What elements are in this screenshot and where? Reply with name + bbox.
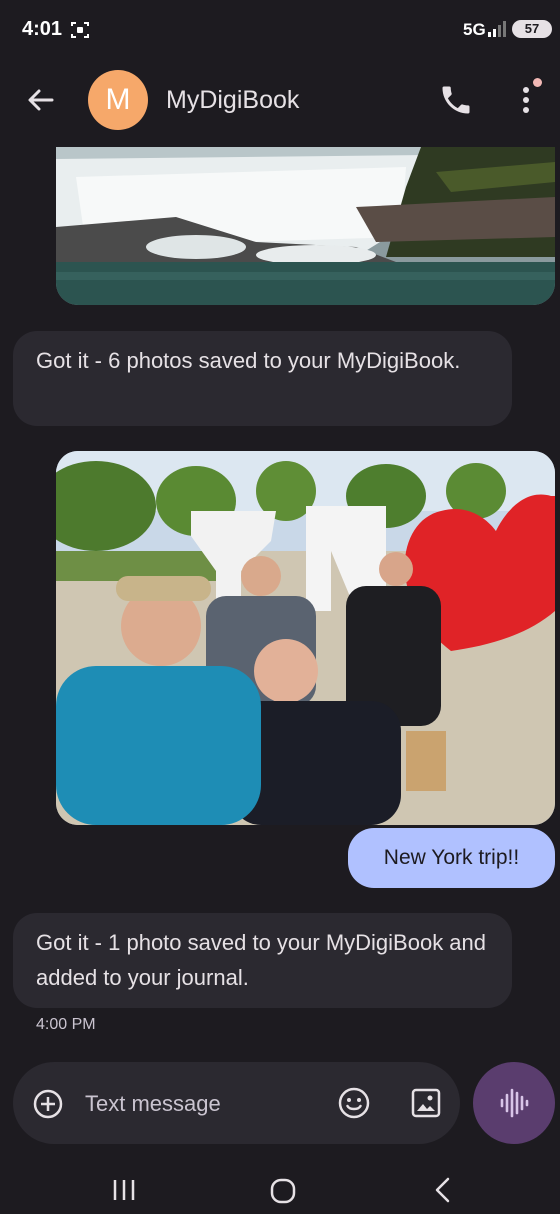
system-nav-bar [0, 1160, 560, 1214]
add-circle-icon[interactable] [32, 1088, 64, 1120]
received-message[interactable]: Got it - 1 photo saved to your MyDigiBoo… [13, 913, 512, 1008]
photo-waterfall[interactable] [56, 147, 555, 305]
home-icon[interactable] [266, 1174, 300, 1208]
status-time: 4:01 [22, 18, 63, 40]
voice-message-button[interactable] [473, 1062, 555, 1144]
message-input[interactable] [83, 1084, 327, 1124]
network-type: 5G [463, 20, 486, 39]
signal-icon [488, 21, 506, 37]
back-arrow-icon[interactable] [22, 84, 60, 116]
status-bar: 4:01 5G 57 [0, 0, 560, 60]
emoji-icon[interactable] [337, 1086, 371, 1120]
selfie-image [56, 451, 555, 825]
more-vert-icon[interactable] [510, 82, 542, 118]
battery-indicator: 57 [512, 20, 552, 38]
phone-icon[interactable] [438, 82, 474, 118]
sent-message[interactable]: New York trip!! [348, 828, 555, 888]
message-timestamp: 4:00 PM [36, 1016, 96, 1033]
received-message[interactable]: Got it - 6 photos saved to your MyDigiBo… [13, 331, 512, 426]
recents-icon[interactable] [108, 1174, 140, 1206]
screenshot-icon [71, 22, 89, 38]
gallery-icon[interactable] [409, 1086, 443, 1120]
contact-name[interactable]: MyDigiBook [166, 86, 299, 115]
photo-group-selfie[interactable] [56, 451, 555, 825]
notification-dot [533, 78, 542, 87]
compose-bar [13, 1062, 460, 1144]
app-bar: M MyDigiBook [0, 62, 560, 138]
nav-back-icon[interactable] [428, 1174, 458, 1206]
avatar[interactable]: M [88, 70, 148, 130]
waterfall-image [56, 147, 555, 305]
voice-wave-icon [500, 1088, 529, 1118]
